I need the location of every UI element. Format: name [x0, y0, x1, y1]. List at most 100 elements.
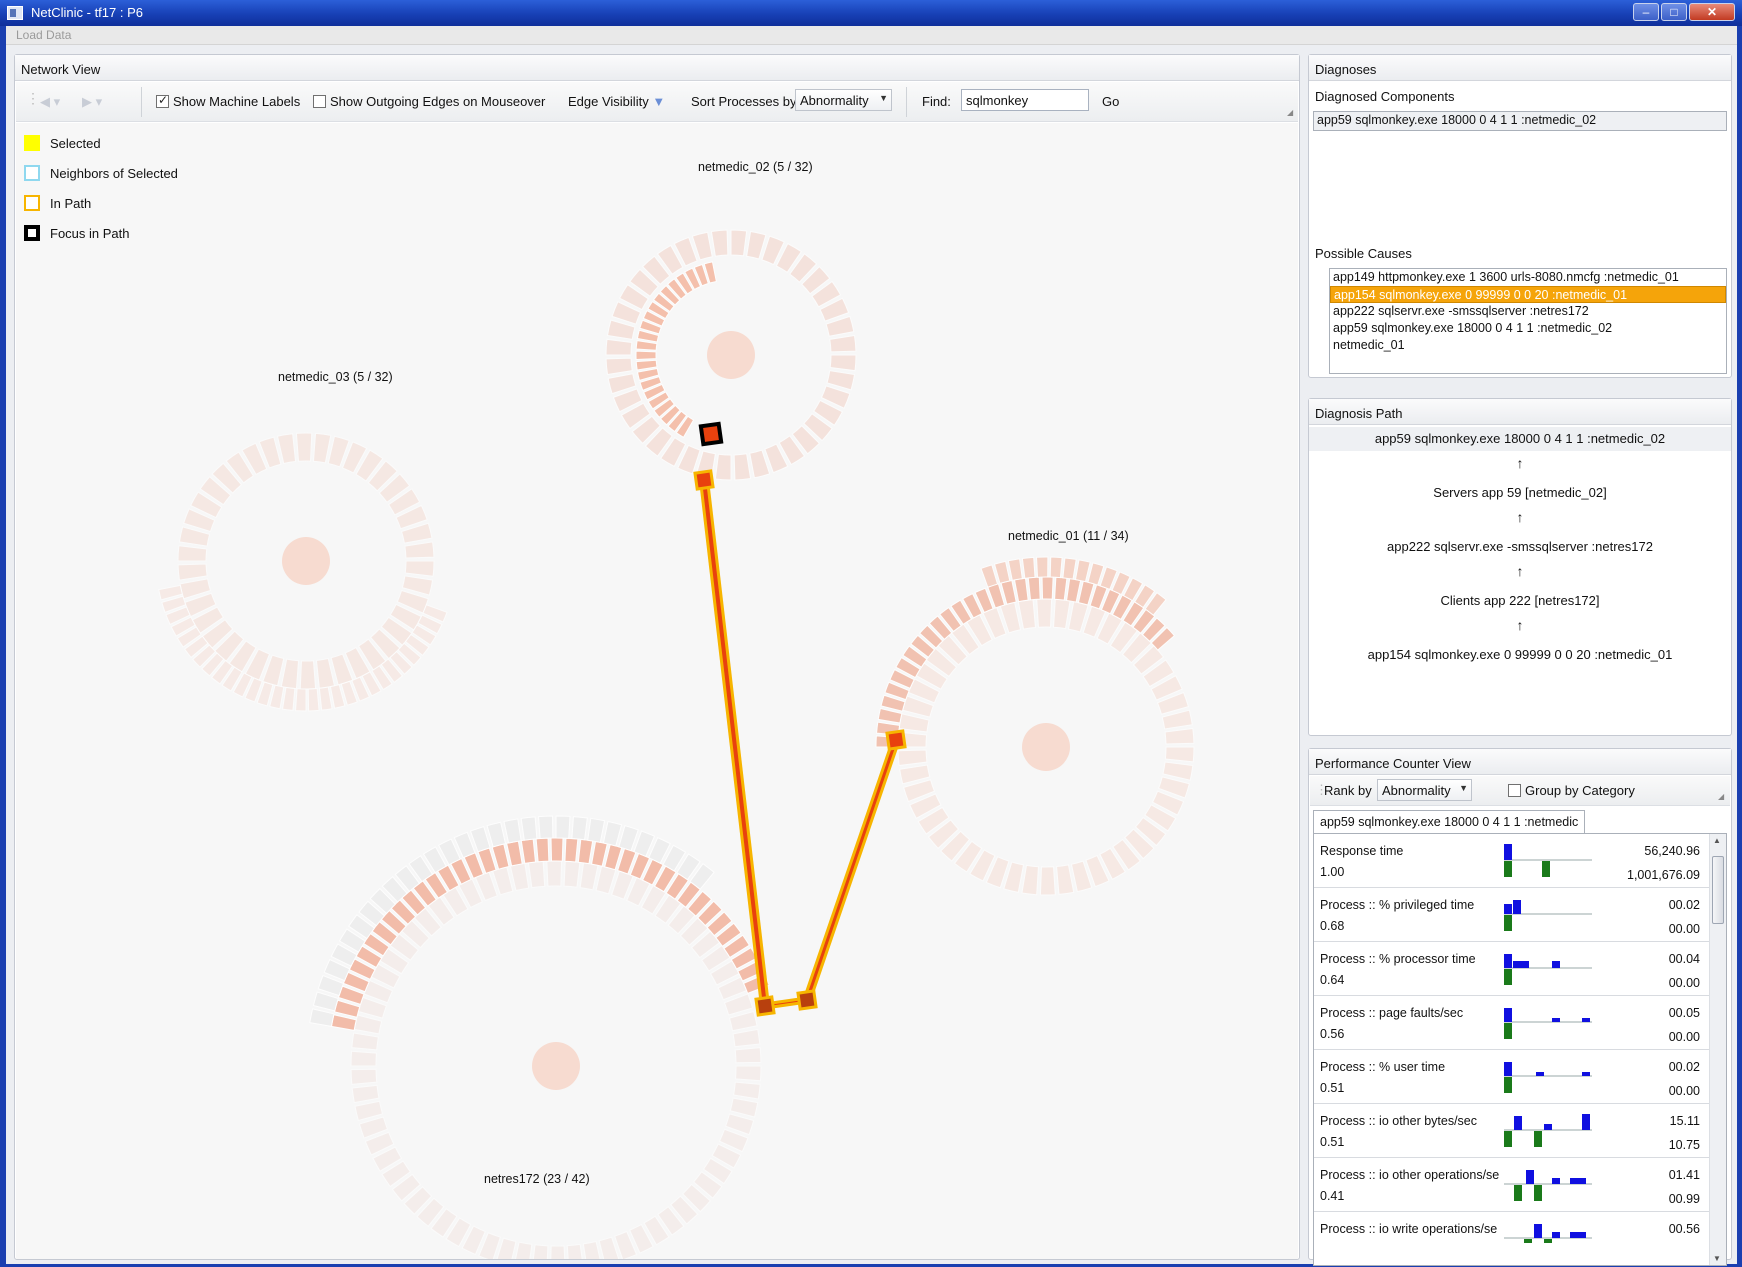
process-tile [309, 1008, 335, 1027]
list-item[interactable]: app222 sqlservr.exe -smssqlserver :netre… [1330, 303, 1726, 320]
tab-process-counters[interactable]: app59 sqlmonkey.exe 18000 0 4 1 1 :netme… [1313, 810, 1586, 834]
machine-label-netmedic-01[interactable]: netmedic_01 (11 / 34) [1008, 529, 1129, 543]
counter-row[interactable]: Process :: % user time 0.51 00.02 00.00 [1314, 1050, 1710, 1104]
path-node[interactable]: app154 sqlmonkey.exe 0 99999 0 0 20 :net… [1309, 647, 1731, 662]
resize-grip-icon[interactable]: ◢ [1287, 108, 1293, 117]
diagnosed-components-list[interactable]: app59 sqlmonkey.exe 18000 0 4 1 1 :netme… [1313, 111, 1727, 131]
green-bar [1514, 1185, 1522, 1201]
process-tile [1062, 557, 1077, 580]
scrollbar-thumb[interactable] [1712, 856, 1724, 924]
forward-arrow-icon[interactable]: ▶ ▾ [82, 94, 102, 110]
up-arrow-icon: ↑ [1516, 509, 1524, 525]
show-outgoing-edges-toggle[interactable]: Show Outgoing Edges on Mouseover [313, 94, 545, 109]
counter-row[interactable]: Process :: io other operations/se 0.41 01.… [1314, 1158, 1710, 1212]
process-tile [571, 816, 588, 841]
network-graph-svg [158, 229, 1195, 1259]
path-edge-core [805, 739, 898, 1001]
counter-value-baseline: 10.75 [1668, 1138, 1700, 1152]
process-tile [829, 334, 857, 353]
path-node[interactable]: app222 sqlservr.exe -smssqlserver :netre… [1309, 539, 1731, 554]
machine-label-netmedic-02[interactable]: netmedic_02 (5 / 32) [698, 160, 813, 174]
process-node[interactable] [754, 995, 776, 1017]
blue-bar [1552, 1232, 1560, 1238]
go-button[interactable]: Go [1102, 94, 1119, 109]
diagnosis-path-title: Diagnosis Path [1309, 399, 1731, 425]
possible-causes-list[interactable]: app149 httpmonkey.exe 1 3600 urls-8080.n… [1329, 268, 1727, 374]
counter-name: Process :: % user time [1320, 1060, 1446, 1074]
back-arrow-icon[interactable]: ◀ ▾ [40, 94, 60, 110]
process-node[interactable] [693, 469, 715, 491]
client-area: Load Data Network View ⋮ ◀ ▾ ▶ ▾ Show Ma… [6, 26, 1737, 1266]
process-tile [563, 860, 581, 888]
blue-bar [1552, 1178, 1560, 1184]
sort-processes-select[interactable]: Abnormality ▼ [795, 89, 892, 111]
network-view-title: Network View [15, 55, 1299, 81]
process-tile [527, 860, 546, 889]
blue-bar [1570, 1178, 1578, 1184]
counter-score: 0.56 [1320, 1027, 1345, 1041]
counter-value-baseline: 00.00 [1668, 922, 1700, 936]
counter-row[interactable]: Process :: % privileged time 0.68 00.02 00.… [1314, 888, 1710, 942]
close-button[interactable]: ✕ [1689, 3, 1735, 21]
counter-value-current: 00.04 [1668, 952, 1700, 966]
list-item[interactable]: app59 sqlmonkey.exe 18000 0 4 1 1 :netme… [1314, 112, 1726, 129]
counter-row[interactable]: Process :: page faults/sec 0.56 00.05 00.00 [1314, 996, 1710, 1050]
up-arrow-icon: ↑ [1516, 563, 1524, 579]
process-tile [1164, 727, 1195, 745]
find-input[interactable]: sqlmonkey [961, 89, 1089, 111]
checkbox-unchecked-icon[interactable] [1508, 784, 1521, 797]
machine-label-netres172[interactable]: netres172 (23 / 42) [484, 1172, 590, 1186]
counter-row[interactable]: Process :: % processor time 0.64 00.04 00.0… [1314, 942, 1710, 996]
process-tile [1036, 556, 1049, 578]
group-by-category-toggle[interactable]: Group by Category [1508, 783, 1635, 798]
path-node-focus[interactable]: app59 sqlmonkey.exe 18000 0 4 1 1 :netme… [1309, 427, 1731, 451]
process-tile [312, 991, 339, 1012]
vertical-scrollbar[interactable]: ▲ ▼ [1709, 834, 1726, 1265]
path-node[interactable]: Servers app 59 [netmedic_02] [1309, 485, 1731, 500]
blue-bar [1552, 1018, 1560, 1022]
process-node[interactable] [796, 989, 818, 1011]
minimize-button[interactable]: – [1633, 3, 1659, 21]
list-item[interactable]: app59 sqlmonkey.exe 18000 0 4 1 1 :netme… [1330, 320, 1726, 337]
counter-sparkline [1504, 1170, 1592, 1201]
process-tile [351, 1032, 379, 1051]
process-tile [710, 229, 729, 257]
path-node[interactable]: Clients app 222 [netres172] [1309, 593, 1731, 608]
focus-process-node[interactable] [698, 421, 724, 447]
checkbox-unchecked-icon[interactable] [313, 95, 326, 108]
counter-row[interactable]: Process :: io other bytes/sec 0.51 15.11 10… [1314, 1104, 1710, 1158]
list-item[interactable]: netmedic_01 [1330, 337, 1726, 354]
machine-label-netmedic-03[interactable]: netmedic_03 (5 / 32) [278, 370, 393, 384]
counter-list[interactable]: Process :: io write operations/se 00.56 Pr… [1313, 833, 1727, 1266]
process-tile [602, 820, 623, 847]
counter-score: 0.51 [1320, 1135, 1345, 1149]
machine-core [1022, 723, 1070, 771]
list-item-selected[interactable]: app154 sqlmonkey.exe 0 99999 0 0 20 :net… [1330, 286, 1726, 303]
process-tile [735, 1065, 762, 1082]
menu-load-data[interactable]: Load Data [16, 28, 71, 42]
process-node[interactable] [885, 729, 907, 751]
counter-row[interactable]: Response time 1.00 56,240.96 1,001,676.09 [1314, 834, 1710, 888]
process-tile [1055, 864, 1075, 895]
process-tile [897, 749, 928, 767]
scroll-up-icon: ▲ [1713, 836, 1721, 845]
process-tile [826, 370, 856, 391]
resize-grip-icon[interactable]: ◢ [1718, 792, 1724, 801]
process-tile [295, 432, 313, 462]
list-item[interactable]: app149 httpmonkey.exe 1 3600 urls-8080.n… [1330, 269, 1726, 286]
rank-by-select[interactable]: Abnormality ▼ [1377, 779, 1472, 801]
network-graph-canvas[interactable]: Selected Neighbors of Selected In Path F… [16, 123, 1298, 1259]
rank-by-label: Rank by [1324, 783, 1372, 798]
counter-score: 0.64 [1320, 973, 1345, 987]
toolbar-separator [141, 87, 142, 117]
checkbox-checked-icon[interactable] [156, 93, 169, 108]
diagnosed-components-label: Diagnosed Components [1315, 89, 1455, 104]
blue-bar [1526, 1170, 1534, 1184]
counter-row[interactable]: Process :: io write operations/se 00.56 [1314, 1212, 1710, 1265]
maximize-button[interactable]: □ [1661, 3, 1687, 21]
green-bar [1504, 969, 1512, 985]
blue-bar [1514, 1116, 1522, 1130]
up-arrow-icon: ↑ [1516, 455, 1524, 471]
edge-visibility-menu[interactable]: Edge Visibility ▼ [568, 94, 665, 109]
show-machine-labels-toggle[interactable]: Show Machine Labels [156, 93, 300, 109]
